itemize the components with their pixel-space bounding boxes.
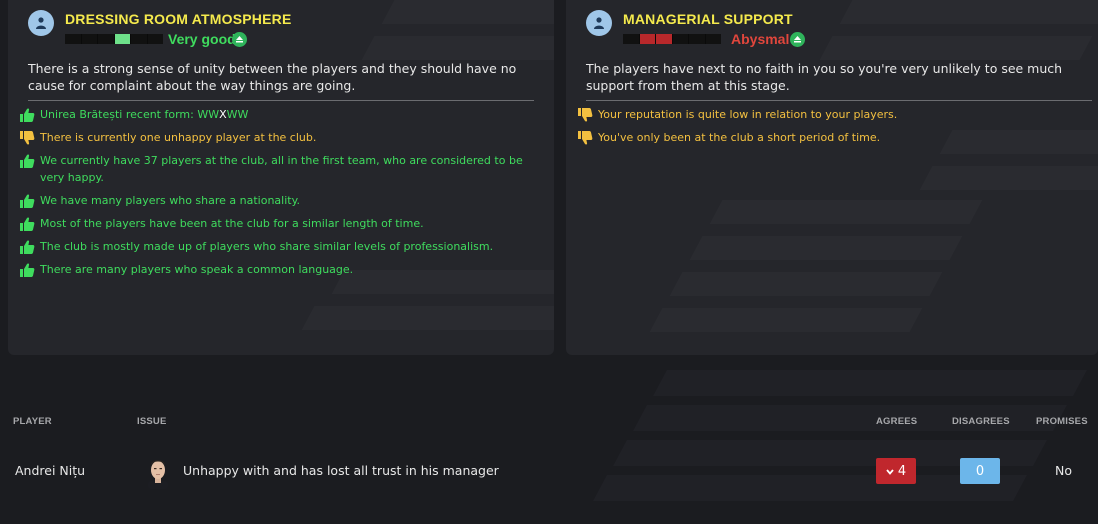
agrees-button[interactable]: 4: [876, 458, 916, 484]
reason-list: Your reputation is quite low in relation…: [578, 106, 1098, 152]
list-item: There are many players who speak a commo…: [20, 261, 540, 278]
player-name[interactable]: Andrei Nițu: [15, 463, 85, 478]
rating-label: Abysmal: [731, 31, 790, 47]
rating-label: Very good: [168, 31, 236, 47]
thumbs-down-icon: [20, 131, 35, 145]
arrow-up-circle-icon: [790, 32, 805, 47]
column-header-player[interactable]: PLAYER: [13, 416, 52, 427]
list-item: We currently have 37 players at the club…: [20, 152, 540, 186]
form-guide: WWXWW: [197, 108, 249, 121]
reason-list: Unirea Brătești recent form: WWXWW There…: [20, 106, 540, 284]
summary-text: The players have next to no faith in you…: [586, 61, 1063, 93]
list-item: You've only been at the club a short per…: [578, 129, 1098, 146]
arrow-up-circle-icon: [232, 32, 247, 47]
disagrees-button[interactable]: 0: [960, 458, 1000, 484]
people-icon: [28, 10, 54, 36]
agrees-count: 4: [897, 463, 907, 479]
column-header-disagrees[interactable]: DISAGREES: [952, 416, 1010, 427]
thumbs-down-icon: [578, 108, 593, 122]
list-item: Unirea Brătești recent form: WWXWW: [20, 106, 540, 123]
thumbs-down-icon: [578, 131, 593, 145]
dressing-room-panel: DRESSING ROOM ATMOSPHERE Very good There…: [8, 0, 554, 355]
list-item: Your reputation is quite low in relation…: [578, 106, 1098, 123]
panel-title: MANAGERIAL SUPPORT: [623, 11, 793, 27]
list-item: Most of the players have been at the clu…: [20, 215, 540, 232]
thumbs-up-icon: [20, 217, 35, 231]
disagrees-count: 0: [975, 463, 985, 479]
divider: [586, 100, 1092, 101]
thumbs-up-icon: [20, 194, 35, 208]
list-item: We have many players who share a nationa…: [20, 192, 540, 209]
list-item: The club is mostly made up of players wh…: [20, 238, 540, 255]
issue-text: Unhappy with and has lost all trust in h…: [183, 463, 499, 478]
divider: [28, 100, 534, 101]
atmosphere-meter: [65, 34, 163, 44]
thumbs-up-icon: [20, 263, 35, 277]
promises-value: No: [1055, 463, 1072, 478]
chevron-down-icon: [886, 464, 894, 479]
column-header-agrees[interactable]: AGREES: [876, 416, 917, 427]
panel-title: DRESSING ROOM ATMOSPHERE: [65, 11, 292, 27]
thumbs-up-icon: [20, 108, 35, 122]
managerial-support-panel: MANAGERIAL SUPPORT Abysmal The players h…: [566, 0, 1098, 355]
list-item: There is currently one unhappy player at…: [20, 129, 540, 146]
support-meter: [623, 34, 721, 44]
avatar: [146, 457, 170, 489]
column-header-issue[interactable]: ISSUE: [137, 416, 167, 427]
thumbs-up-icon: [20, 240, 35, 254]
people-icon: [586, 10, 612, 36]
summary-text: There is a strong sense of unity between…: [28, 61, 517, 93]
thumbs-up-icon: [20, 154, 35, 168]
column-header-promises[interactable]: PROMISES: [1036, 416, 1088, 427]
